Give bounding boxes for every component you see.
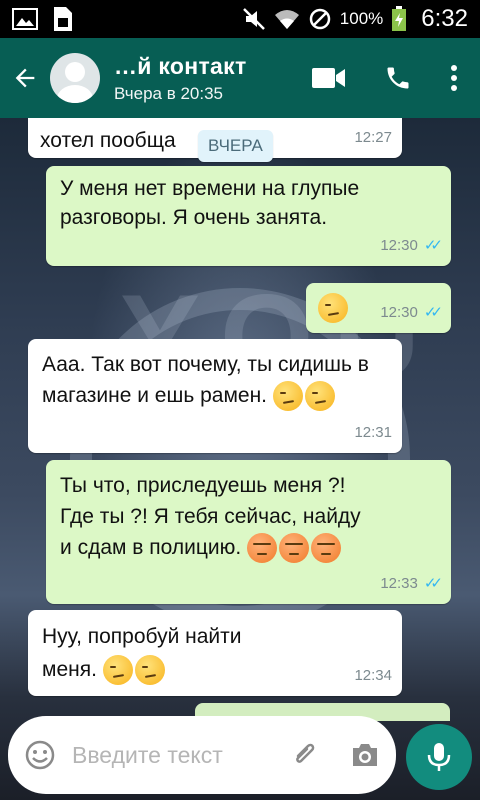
sim-icon [54,7,72,31]
message-time: 12:27 [354,129,392,146]
video-call-icon[interactable] [312,67,346,89]
chat-header: …й контакт Вчера в 20:35 [0,38,480,118]
message-incoming[interactable]: Ааа. Так вот почему, ты сидишь в магазин… [28,339,402,453]
message-time: 12:30 [380,304,418,321]
mic-button[interactable] [406,724,472,790]
message-composer: Введите текст [8,716,396,794]
clock: 6:32 [421,5,468,32]
angry-emoji-icon [311,533,342,564]
message-text: У меня нет времени на глупые разговоры. … [60,177,360,229]
message-outgoing[interactable]: У меня нет времени на глупые разговоры. … [46,166,451,266]
status-bar: 100% 6:32 [0,0,480,38]
emoji-icon[interactable] [24,739,56,771]
battery-percent: 100% [339,9,384,28]
read-ticks-icon: ✓✓ [423,575,443,592]
unamused-emoji-icon [318,293,348,323]
smirk-emoji-icon [304,381,335,412]
contact-name: …й контакт [114,52,247,79]
no-signal-icon [309,8,331,30]
avatar-icon [57,62,93,103]
angry-emoji-icon [279,533,310,564]
wifi-icon [274,10,299,29]
camera-icon[interactable] [350,741,380,769]
message-time: 12:33 [380,575,418,592]
mic-icon [427,743,451,771]
phone-icon[interactable] [384,64,412,92]
read-ticks-icon: ✓✓ [423,304,443,321]
message-input[interactable]: Введите текст [72,740,232,771]
message-incoming[interactable]: Нуу, попробуй найти меня. 12:34 [28,610,402,696]
angry-emoji-icon [247,533,278,564]
message-text: хотел пообща [40,129,176,152]
back-button[interactable] [4,64,46,92]
battery-icon [392,6,407,31]
message-outgoing[interactable]: 12:30 ✓✓ [306,283,451,333]
date-divider: ВЧЕРА [198,130,273,162]
contact-info[interactable]: …й контакт Вчера в 20:35 [114,53,247,104]
last-seen: Вчера в 20:35 [114,83,224,103]
more-icon[interactable] [450,64,458,92]
gallery-icon [12,8,38,30]
message-time: 12:31 [354,424,392,441]
message-outgoing[interactable]: Ты что, приследуешь меня ?! Где ты ?! Я … [46,460,451,604]
attach-icon[interactable] [290,739,320,771]
smirk-emoji-icon [134,655,165,686]
message-time: 12:34 [354,667,392,684]
read-ticks-icon: ✓✓ [423,237,443,254]
message-time: 12:30 [380,237,418,254]
smirk-emoji-icon [102,655,133,686]
avatar[interactable] [50,53,100,103]
smirk-emoji-icon [272,381,303,412]
back-arrow-icon [15,68,35,88]
mute-icon [242,8,265,30]
